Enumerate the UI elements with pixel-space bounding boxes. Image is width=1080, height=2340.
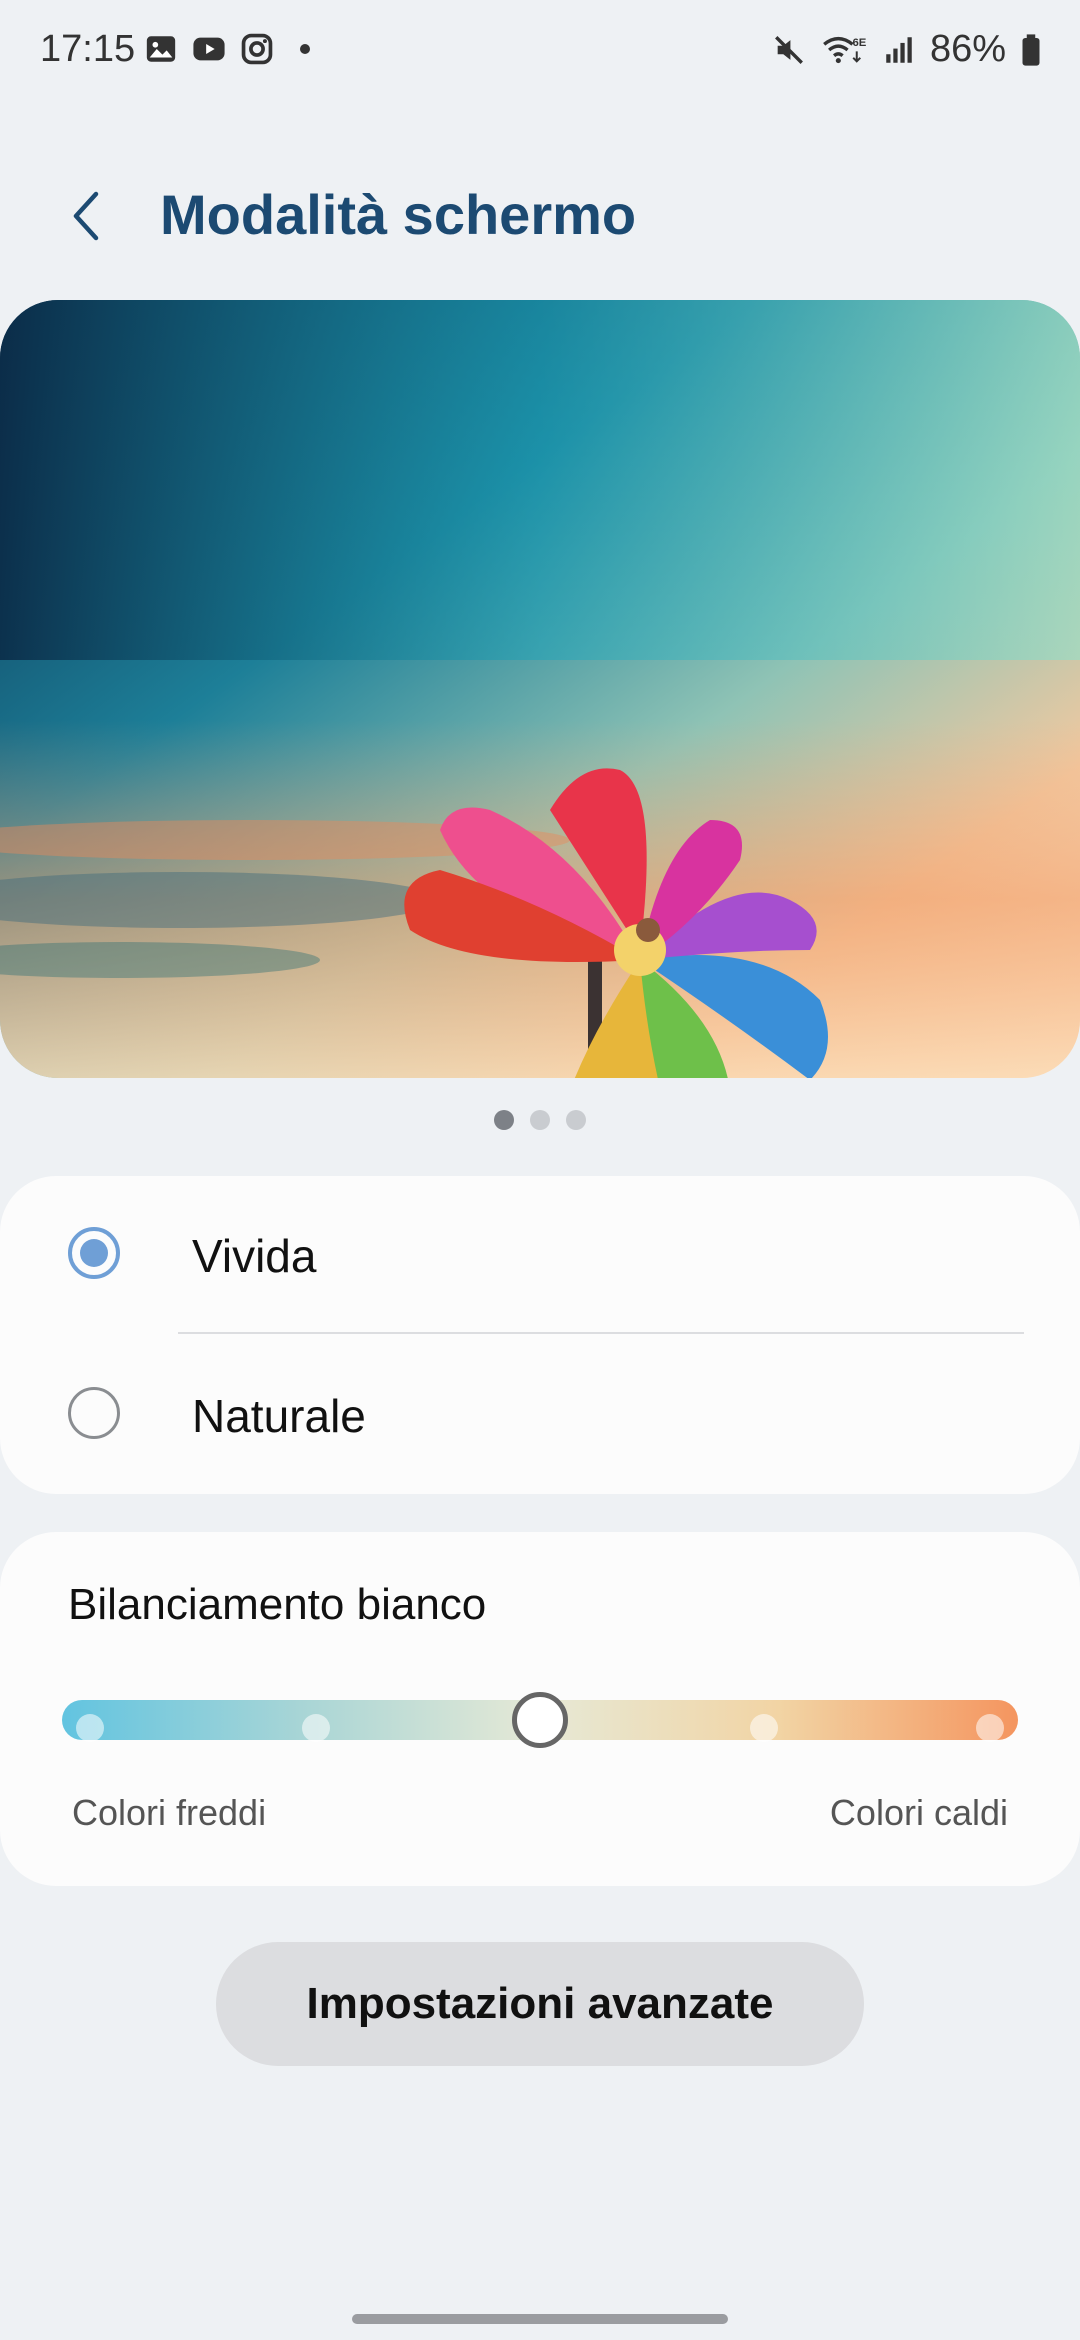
pager-dot-2[interactable] [530,1110,550,1130]
app-header: Modalità schermo [0,170,1080,260]
screen-mode-preview-image[interactable] [0,300,1080,1078]
status-notification-icons [144,32,310,66]
option-divider [178,1332,1024,1334]
status-bar: 17:15 6E 86% [0,0,1080,100]
screen-mode-card: Vivida Naturale [0,1176,1080,1494]
battery-icon [1022,33,1040,66]
back-icon[interactable] [56,184,120,248]
white-balance-card: Bilanciamento bianco Colori freddi Color… [0,1532,1080,1886]
radio-vivida[interactable] [68,1227,120,1279]
option-label-vivida: Vivida [192,1230,317,1282]
wifi-6e-icon: 6E [823,36,867,63]
mute-icon [774,35,803,64]
slider-step-1 [76,1714,104,1742]
gallery-icon [146,36,176,62]
youtube-icon [193,37,225,61]
preview-pager [0,1110,1080,1130]
warm-colors-label: Colori caldi [829,1792,1008,1833]
notification-dot [300,44,310,54]
option-naturale[interactable]: Naturale [0,1336,1080,1494]
status-time: 17:15 [40,28,136,70]
instagram-icon [241,33,273,65]
battery-percent: 86% [929,28,1006,70]
white-balance-slider-thumb[interactable] [512,1692,568,1748]
slider-step-2 [302,1714,330,1742]
cold-colors-label: Colori freddi [72,1792,267,1833]
pager-dot-1[interactable] [494,1110,514,1130]
pager-dot-3[interactable] [566,1110,586,1130]
home-indicator[interactable] [352,2314,728,2324]
option-label-naturale: Naturale [192,1390,366,1442]
pinwheel-image [0,300,1080,1078]
option-vivida[interactable]: Vivida [0,1176,1080,1334]
status-system-icons: 6E 86% [772,28,1042,71]
advanced-settings-button[interactable]: Impostazioni avanzate [216,1942,864,2066]
white-balance-title: Bilanciamento bianco [68,1580,487,1629]
svg-text:6E: 6E [852,36,866,48]
slider-step-4 [750,1714,778,1742]
radio-naturale[interactable] [68,1387,120,1439]
slider-step-5 [976,1714,1004,1742]
signal-icon [886,36,912,63]
page-title: Modalità schermo [160,183,637,246]
